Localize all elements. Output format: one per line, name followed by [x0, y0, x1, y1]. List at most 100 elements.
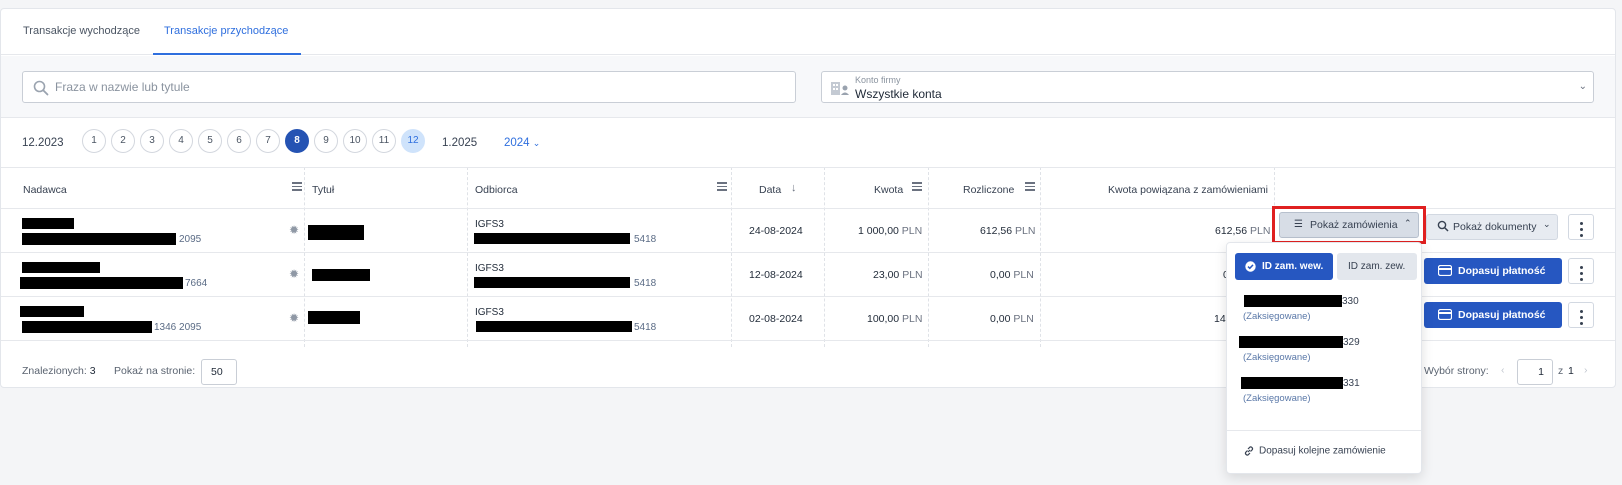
column-header-amount[interactable]: Kwota — [874, 184, 903, 196]
redacted-order-id — [1241, 377, 1343, 389]
active-tab-indicator — [153, 53, 301, 55]
settings-icon[interactable]: ✹ — [289, 267, 299, 281]
match-payment-button[interactable]: Dopasuj płatność — [1424, 302, 1562, 328]
tab-bar: Transakcje wychodzące Transakcje przycho… — [1, 9, 1615, 55]
settled-value: 0,00 — [990, 313, 1011, 325]
recipient-account-tail: 5418 — [634, 322, 657, 333]
year-select[interactable]: 2024 ⌄ — [504, 137, 540, 149]
page-input[interactable]: 1 — [1517, 359, 1553, 385]
month-chip-1[interactable]: 1 — [82, 129, 106, 153]
order-status: (Zaksięgowane) — [1243, 352, 1311, 363]
redacted-recipient-account — [474, 277, 630, 288]
chevron-right-icon[interactable]: › — [1584, 364, 1588, 376]
tab-outgoing[interactable]: Transakcje wychodzące — [23, 25, 140, 37]
search-input[interactable] — [55, 72, 785, 102]
payment-icon — [1438, 265, 1452, 276]
month-chip-3[interactable]: 3 — [140, 129, 164, 153]
match-payment-button[interactable]: Dopasuj płatność — [1424, 258, 1562, 284]
currency: PLN — [901, 225, 923, 237]
column-header-settled[interactable]: Rozliczone — [963, 184, 1014, 196]
amount-value: 100,00 — [867, 313, 900, 325]
highlight-box — [1272, 206, 1426, 244]
redacted-title — [312, 269, 370, 281]
sort-down-icon[interactable]: ↓ — [791, 182, 797, 194]
redacted-recipient-account — [474, 233, 630, 244]
orders-dropdown: ID zam. wew. ID zam. zew. 330 (Zaksięgow… — [1226, 242, 1422, 474]
column-header-sender[interactable]: Nadawca — [23, 184, 67, 196]
column-menu-icon[interactable] — [1025, 182, 1035, 192]
linked-value: 612,56 — [1215, 225, 1248, 237]
show-documents-label: Pokaż dokumenty — [1453, 221, 1537, 233]
order-id-tail: 330 — [1342, 296, 1359, 307]
table-header: Nadawca Tytuł Odbiorca Data ↓ Kwota Rozl… — [1, 167, 1615, 209]
redacted-order-id — [1239, 336, 1343, 348]
column-menu-icon[interactable] — [717, 182, 727, 192]
sender-account-tail: 1346 2095 — [154, 322, 202, 333]
per-page-label: Pokaż na stronie: — [114, 365, 196, 377]
date-cell: 24-08-2024 — [749, 225, 803, 237]
redacted-title — [308, 311, 360, 324]
month-chip-12[interactable]: 12 — [401, 129, 425, 153]
month-chip-8-selected[interactable]: 8 — [285, 129, 309, 153]
column-menu-icon[interactable] — [292, 182, 302, 192]
settings-icon[interactable]: ✹ — [289, 311, 299, 325]
currency: PLN — [1250, 225, 1271, 237]
search-box[interactable] — [22, 71, 796, 103]
link-icon — [1243, 445, 1255, 457]
more-options-button[interactable] — [1568, 258, 1594, 284]
currency: PLN — [902, 269, 923, 281]
month-chip-11[interactable]: 11 — [372, 129, 396, 153]
settled-value: 0,00 — [990, 269, 1011, 281]
sender-account-tail: 7664 — [185, 278, 208, 289]
recipient-name: IGFS3 — [475, 219, 504, 230]
account-select[interactable]: Konto firmy Wszystkie konta ⌄ — [821, 71, 1594, 103]
column-header-date[interactable]: Data — [759, 184, 781, 196]
order-item[interactable]: 330 (Zaksięgowane) — [1239, 294, 1409, 326]
amount-cell: 23,00 PLN — [873, 269, 923, 281]
tab-internal-id[interactable]: ID zam. wew. — [1235, 253, 1333, 280]
tab-external-id[interactable]: ID zam. zew. — [1337, 253, 1417, 280]
order-item[interactable]: 331 (Zaksięgowane) — [1239, 376, 1409, 408]
order-item[interactable]: 329 (Zaksięgowane) — [1239, 335, 1409, 367]
column-menu-icon[interactable] — [912, 182, 922, 192]
month-chip-6[interactable]: 6 — [227, 129, 251, 153]
per-page-select[interactable]: 50 — [201, 359, 237, 385]
order-status: (Zaksięgowane) — [1243, 311, 1311, 322]
redacted-sender-name — [22, 262, 100, 273]
column-header-title[interactable]: Tytuł — [312, 184, 334, 196]
currency: PLN — [1013, 269, 1034, 281]
recipient-account-tail: 5418 — [634, 278, 657, 289]
match-next-order-link[interactable]: Dopasuj kolejne zamówienie — [1243, 445, 1386, 457]
chevron-left-icon[interactable]: ‹ — [1501, 364, 1505, 376]
tab-internal-label: ID zam. wew. — [1262, 261, 1324, 272]
more-options-button[interactable] — [1568, 302, 1594, 328]
column-header-recipient[interactable]: Odbiorca — [475, 184, 518, 196]
redacted-sender-account — [22, 233, 176, 245]
order-id-tail: 331 — [1343, 378, 1360, 389]
company-account-icon — [830, 80, 850, 96]
filter-bar: Konto firmy Wszystkie konta ⌄ — [1, 56, 1615, 118]
settings-icon[interactable]: ✹ — [289, 223, 299, 237]
next-period-link[interactable]: 1.2025 — [442, 137, 477, 149]
more-options-button[interactable] — [1568, 214, 1594, 240]
month-chip-4[interactable]: 4 — [169, 129, 193, 153]
month-chip-5[interactable]: 5 — [198, 129, 222, 153]
order-status: (Zaksięgowane) — [1243, 393, 1311, 404]
month-chip-10[interactable]: 10 — [343, 129, 367, 153]
redacted-sender-name — [20, 306, 84, 317]
settled-value: 612,56 — [980, 225, 1013, 237]
column-header-linked-amount[interactable]: Kwota powiązana z zamówieniami — [1108, 184, 1268, 196]
check-circle-icon — [1245, 261, 1256, 272]
previous-period-link[interactable]: 12.2023 — [22, 137, 64, 149]
match-next-order-label: Dopasuj kolejne zamówienie — [1259, 445, 1386, 457]
month-chip-9[interactable]: 9 — [314, 129, 338, 153]
show-documents-button[interactable]: Pokaż dokumenty ⌄ — [1426, 214, 1558, 240]
account-value: Wszystkie konta — [855, 87, 942, 101]
month-chip-2[interactable]: 2 — [111, 129, 135, 153]
month-chip-7[interactable]: 7 — [256, 129, 280, 153]
tab-incoming[interactable]: Transakcje przychodzące — [164, 25, 288, 37]
linked-amount-cell: 612,56 PLN — [1215, 225, 1270, 237]
redacted-sender-name — [22, 218, 74, 229]
settled-cell: 0,00 PLN — [990, 269, 1034, 281]
amount-value: 23,00 — [873, 269, 900, 281]
